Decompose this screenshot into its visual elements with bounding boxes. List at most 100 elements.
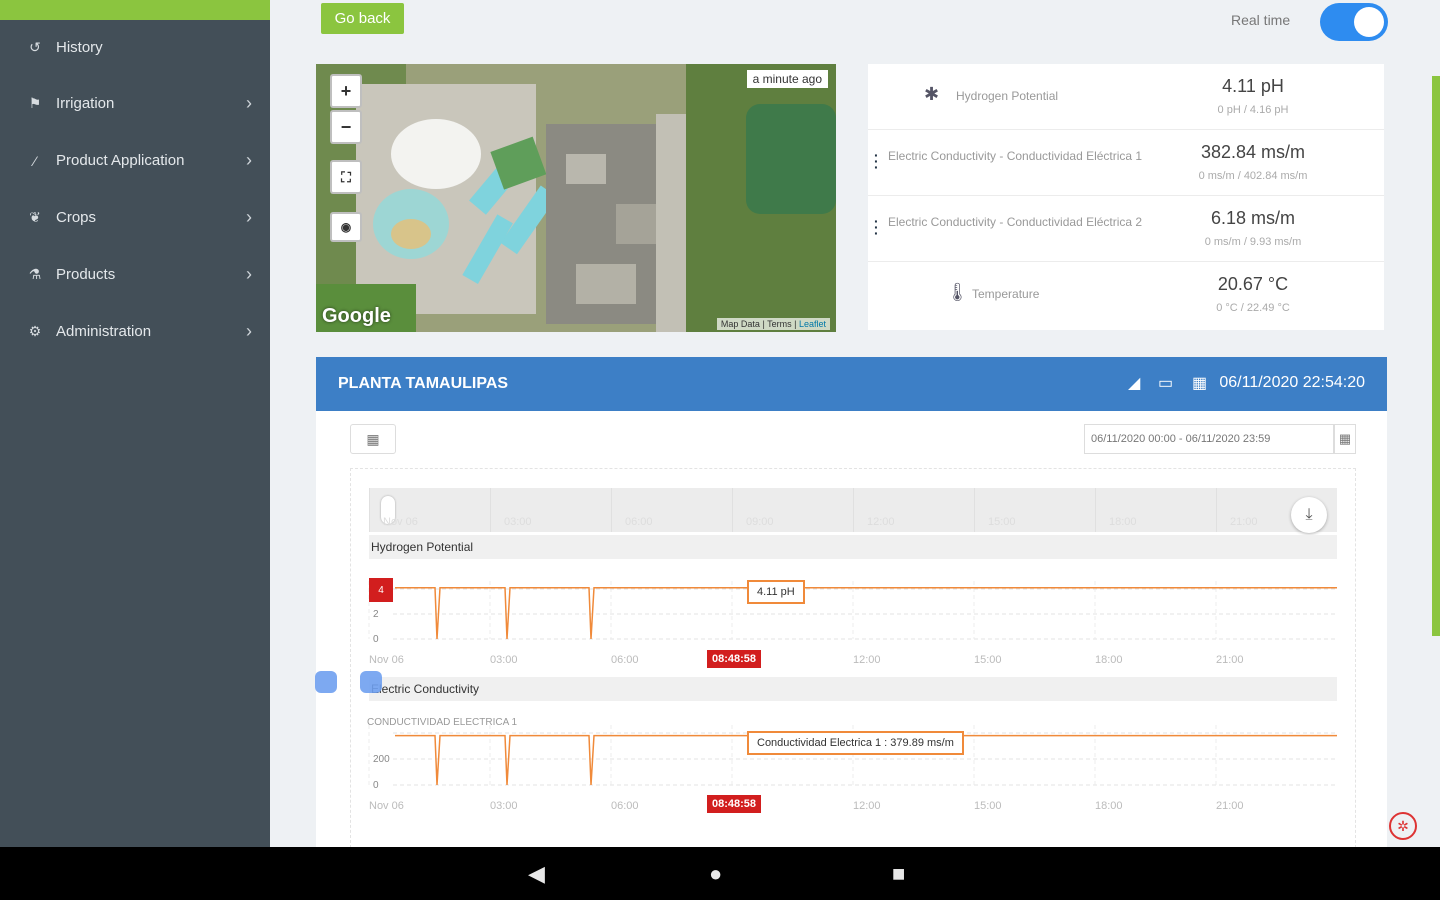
- x-tick-label: 15:00: [974, 800, 1002, 812]
- sidebar-item-label: History: [56, 39, 103, 56]
- chevron-right-icon: ›: [246, 207, 252, 227]
- x-tick-label: Nov 06: [369, 800, 404, 812]
- sidebar-item-label: Products: [56, 266, 116, 283]
- map-timestamp-badge: a minute ago: [746, 70, 828, 88]
- reading-value: 20.67 °C: [1217, 274, 1289, 294]
- go-back-button[interactable]: Go back: [321, 3, 404, 34]
- flask-icon: ⚗: [28, 266, 42, 282]
- sidebar-nav: ↺ History ⚑ Irrigation › ⁄ Product Appli…: [0, 20, 270, 360]
- sidebar-item-product-application[interactable]: ⁄ Product Application ›: [0, 132, 270, 189]
- realtime-toggle[interactable]: [1320, 3, 1388, 41]
- attribution-data[interactable]: Map Data: [721, 319, 760, 329]
- sidebar-item-crops[interactable]: ❦ Crops ›: [0, 189, 270, 246]
- reading-range: 0 pH / 4.16 pH: [1217, 104, 1289, 116]
- reading-temperature[interactable]: 🌡 Temperature 20.67 °C 0 °C / 22.49 °C: [868, 262, 1384, 328]
- locate-icon[interactable]: ◉: [330, 212, 362, 242]
- attribution-leaflet-link[interactable]: Leaflet: [799, 319, 826, 329]
- station-title: PLANTA TAMAULIPAS: [338, 375, 509, 392]
- chevron-right-icon: ›: [246, 321, 252, 341]
- y-tick-label: 0: [373, 780, 379, 791]
- asterisk-icon: ✱: [924, 84, 940, 104]
- drag-handle-left[interactable]: [315, 671, 337, 693]
- recents-icon[interactable]: ■: [892, 861, 905, 887]
- battery-icon: ▭: [1158, 375, 1174, 392]
- reading-range: 0 °C / 22.49 °C: [1216, 302, 1290, 314]
- history-icon: ↺: [29, 39, 41, 55]
- reading-value: 6.18 ms/m: [1210, 208, 1296, 228]
- reading-range: 0 ms/m / 402.84 ms/m: [1198, 170, 1308, 182]
- attribution-terms[interactable]: Terms: [767, 319, 792, 329]
- sensor-readings: ✱ Hydrogen Potential 4.11 pH 0 pH / 4.16…: [868, 64, 1384, 330]
- sidebar-item-label: Product Application: [56, 152, 185, 169]
- x-tick-label: 06:00: [611, 654, 639, 666]
- x-tick-label: Nov 06: [369, 654, 404, 666]
- drag-handle-right[interactable]: [360, 671, 382, 693]
- ec-time-flag: 08:48:58: [707, 795, 762, 813]
- x-tick-label: 12:00: [853, 800, 881, 812]
- chevron-right-icon: ›: [246, 93, 252, 113]
- x-tick-label: 21:00: [1216, 800, 1244, 812]
- reading-ec2[interactable]: · · · Electric Conductivity - Conductivida…: [868, 196, 1384, 262]
- grid-view-button[interactable]: ▦: [350, 424, 396, 454]
- x-tick-label: 03:00: [490, 654, 518, 666]
- reading-name: Electric Conductivity - Conductividad El…: [888, 149, 1143, 163]
- sidebar-item-label: Irrigation: [56, 95, 115, 112]
- scroll-indicator[interactable]: [1432, 76, 1440, 636]
- sidebar-item-irrigation[interactable]: ⚑ Irrigation ›: [0, 75, 270, 132]
- y-tick-label: 200: [373, 754, 390, 765]
- thermometer-icon: 🌡: [946, 282, 969, 302]
- calendar-button[interactable]: ▦: [1334, 424, 1356, 454]
- x-tick-label: 03:00: [490, 800, 518, 812]
- x-tick-label: 12:00: [853, 654, 881, 666]
- sidebar-item-products[interactable]: ⚗ Products ›: [0, 246, 270, 303]
- irrigation-icon: ⚑: [28, 95, 42, 111]
- chart-area[interactable]: Nov 06 03:00 06:00 09:00 12:00 15:00 18:00 21:0…: [350, 468, 1356, 848]
- map-attribution: Map Data | Terms | Leaflet: [716, 318, 830, 330]
- sidebar: ↺ History ⚑ Irrigation › ⁄ Product Appli…: [0, 0, 270, 847]
- sidebar-item-history[interactable]: ↺ History: [0, 20, 270, 75]
- reading-range: 0 ms/m / 9.93 ms/m: [1204, 236, 1302, 248]
- date-range-input[interactable]: [1084, 424, 1334, 454]
- zoom-in-button[interactable]: +: [330, 74, 362, 108]
- x-tick-label: 18:00: [1095, 654, 1123, 666]
- reading-value: 4.11 pH: [1222, 76, 1284, 96]
- y-tick-label: 2: [373, 609, 379, 620]
- x-tick-label: 18:00: [1095, 800, 1123, 812]
- station-datetime: 06/11/2020 22:54:20: [1219, 374, 1365, 391]
- back-icon[interactable]: ◀: [528, 861, 545, 887]
- ph-time-flag: 08:48:58: [707, 650, 762, 668]
- satellite-map[interactable]: + − ⛶ ◉ a minute ago Google Map Data | T…: [316, 64, 836, 332]
- sidebar-item-administration[interactable]: ⚙ Administration ›: [0, 303, 270, 360]
- reading-ph[interactable]: ✱ Hydrogen Potential 4.11 pH 0 pH / 4.16…: [868, 64, 1384, 130]
- sidebar-accent-bar: [0, 0, 270, 20]
- chevron-right-icon: ›: [246, 150, 252, 170]
- main-content: Go back Real time + − ⛶ ◉ a minute ago G…: [270, 0, 1440, 848]
- reading-value: 382.84 ms/m: [1200, 142, 1306, 162]
- toggle-knob: [1354, 7, 1384, 37]
- fullscreen-icon[interactable]: ⛶: [330, 160, 362, 194]
- more-vert-icon[interactable]: · · ·: [874, 214, 879, 240]
- x-tick-label: 06:00: [611, 800, 639, 812]
- station-panel-header: PLANTA TAMAULIPAS ◢ ▭ ▦ 06/11/2020 22:54…: [316, 357, 1387, 411]
- calendar-icon: ▦: [1192, 375, 1208, 392]
- help-icon[interactable]: ✲: [1389, 812, 1417, 840]
- gear-icon: ⚙: [28, 323, 42, 339]
- home-icon[interactable]: ●: [709, 861, 722, 887]
- spray-icon: ⁄: [33, 152, 37, 169]
- ec-series-label: CONDUCTIVIDAD ELECTRICA 1: [367, 717, 518, 728]
- reading-name: Electric Conductivity - Conductividad El…: [888, 215, 1143, 229]
- realtime-label: Real time: [1231, 12, 1291, 28]
- map-imagery: [316, 64, 836, 332]
- ec-tooltip: Conductividad Electrica 1 : 379.89 ms/m: [747, 731, 964, 755]
- series-line: [395, 587, 1337, 640]
- reading-ec1[interactable]: · · · Electric Conductivity - Conductivida…: [868, 130, 1384, 196]
- grid-icon: ▦: [366, 430, 380, 447]
- more-vert-icon[interactable]: · · ·: [874, 148, 879, 174]
- zoom-out-button[interactable]: −: [330, 110, 362, 144]
- chevron-right-icon: ›: [246, 264, 252, 284]
- signal-icon: ◢: [1128, 375, 1141, 392]
- chart-plot: 20Nov 0603:0006:0009:0012:0015:0018:0021…: [368, 581, 1337, 812]
- ph-tooltip: 4.11 pH: [747, 580, 805, 604]
- ph-ymax-badge: 4: [369, 578, 393, 602]
- station-panel-body: ▦ ▦ Nov 0603:0006:0009:0012:0015:0018:00…: [315, 411, 1387, 848]
